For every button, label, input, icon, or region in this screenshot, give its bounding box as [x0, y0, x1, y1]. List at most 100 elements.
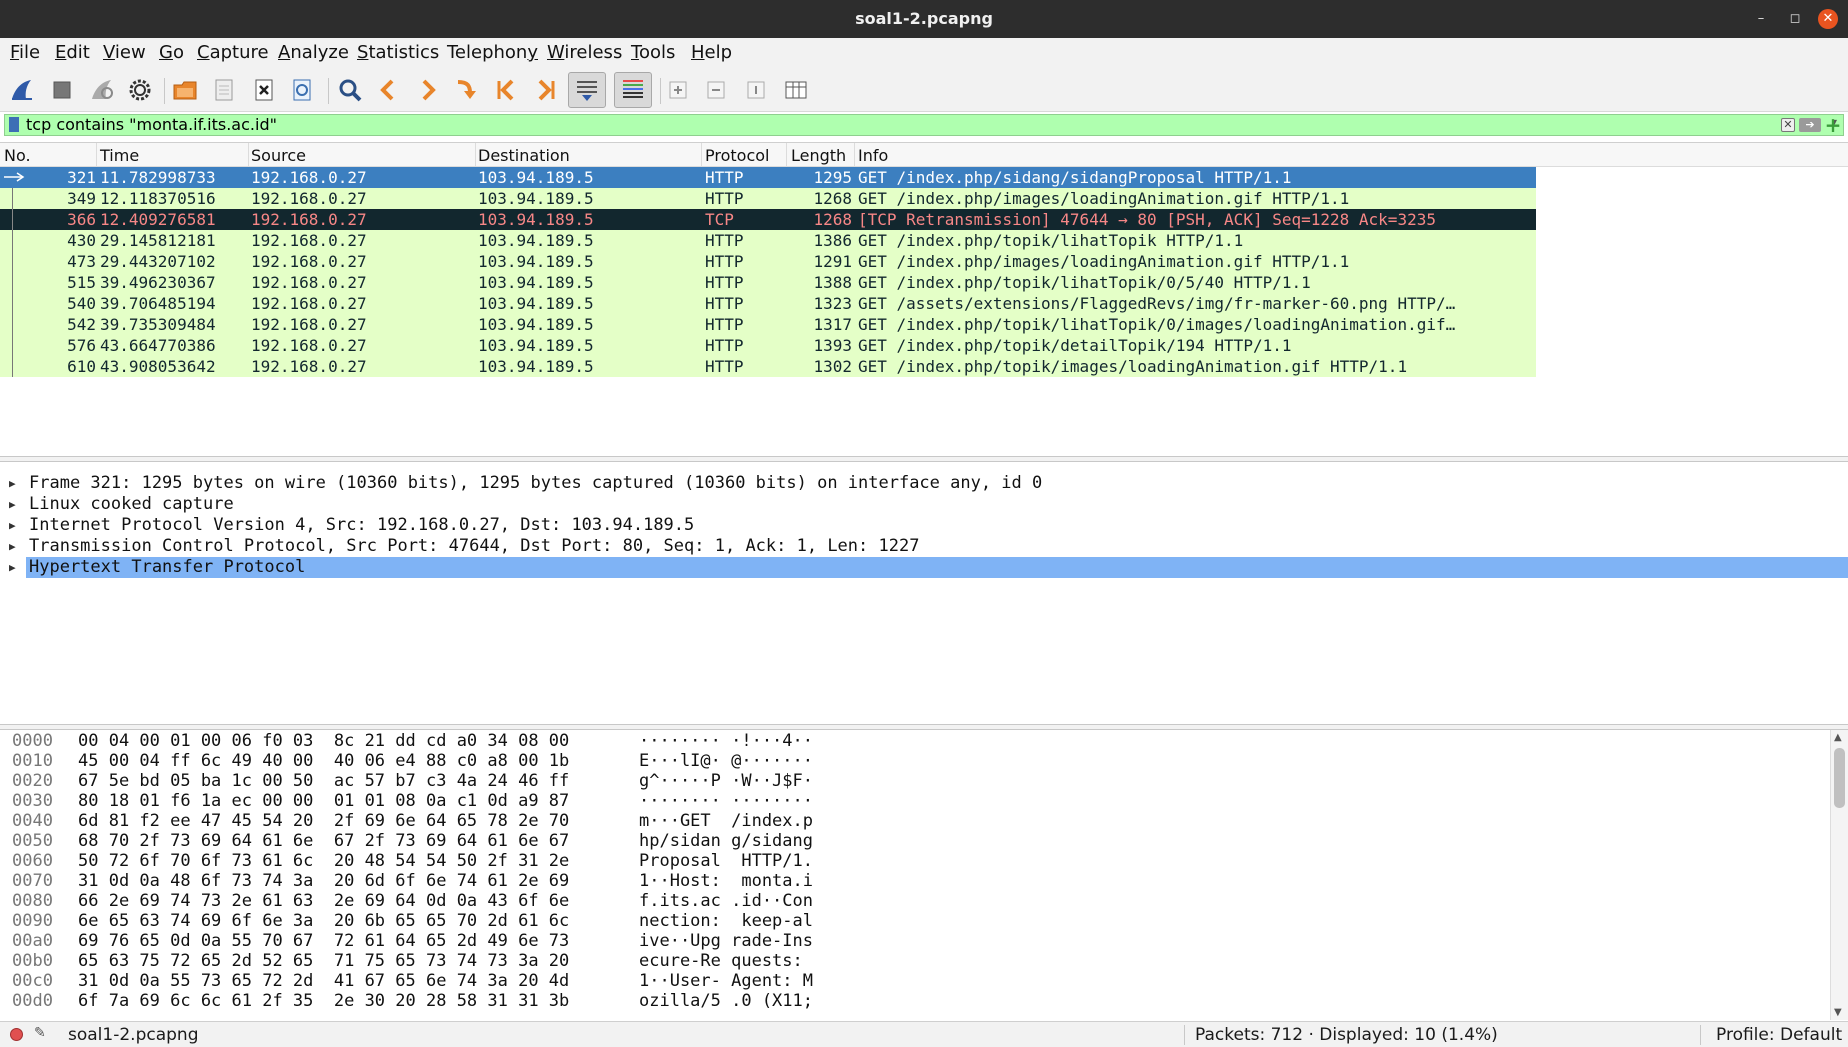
bytes-row[interactable]: 0070 31 0d 0a 48 6f 73 74 3a 20 6d 6f 6e …: [0, 871, 1830, 891]
bytes-row[interactable]: 00d0 6f 7a 69 6c 6c 61 2f 35 2e 30 20 28 …: [0, 991, 1830, 1011]
menu-view[interactable]: View: [103, 42, 146, 63]
bytes-row[interactable]: 00c0 31 0d 0a 55 73 65 72 2d 41 67 65 6e …: [0, 971, 1830, 991]
menu-capture[interactable]: Capture: [197, 42, 269, 63]
go-back-icon[interactable]: [372, 74, 404, 106]
menu-file[interactable]: File: [10, 42, 40, 63]
bytes-offset: 0070: [12, 871, 53, 891]
detail-tree-item[interactable]: ▶ Linux cooked capture: [0, 494, 1848, 515]
packet-row[interactable]: 610 43.908053642 192.168.0.27 103.94.189.5 H…: [0, 356, 1536, 377]
add-filter-button-icon[interactable]: +: [1824, 115, 1842, 135]
bytes-row[interactable]: 0050 68 70 2f 73 69 64 61 6e 67 2f 73 69 …: [0, 831, 1830, 851]
menu-go[interactable]: Go: [159, 42, 184, 63]
zoom-in-icon[interactable]: [662, 74, 694, 106]
capture-options-gear-icon[interactable]: [124, 74, 156, 106]
column-header-time[interactable]: Time: [100, 146, 139, 165]
bytes-row[interactable]: 0000 00 04 00 01 00 06 f0 03 8c 21 dd cd …: [0, 731, 1830, 751]
save-file-icon[interactable]: [208, 74, 240, 106]
bytes-row[interactable]: 0080 66 2e 69 74 73 2e 61 63 2e 69 64 0d …: [0, 891, 1830, 911]
packet-row[interactable]: 366 12.409276581 192.168.0.27 103.94.189.5 T…: [0, 209, 1536, 230]
clear-filter-icon[interactable]: ✕: [1781, 118, 1795, 132]
go-forward-icon[interactable]: [412, 74, 444, 106]
packet-row[interactable]: 515 39.496230367 192.168.0.27 103.94.189.5 H…: [0, 272, 1536, 293]
expand-arrow-icon[interactable]: ▶: [9, 536, 16, 557]
display-filter-input[interactable]: tcp contains "monta.if.its.ac.id": [26, 115, 277, 135]
bytes-scrollbar[interactable]: ▲ ▼: [1830, 730, 1848, 1020]
stop-capture-icon[interactable]: [46, 74, 78, 106]
detail-tree-label: Internet Protocol Version 4, Src: 192.16…: [29, 515, 695, 535]
minimize-window-icon[interactable]: –: [1751, 9, 1771, 29]
status-profile[interactable]: Profile: Default: [1716, 1025, 1842, 1045]
shark-fin-start-icon[interactable]: [6, 74, 38, 106]
maximize-window-icon[interactable]: ◻: [1785, 9, 1805, 29]
menu-help[interactable]: Help: [691, 42, 732, 63]
packet-row[interactable]: 349 12.118370516 192.168.0.27 103.94.189.5 H…: [0, 188, 1536, 209]
expand-arrow-icon[interactable]: ▶: [9, 557, 16, 578]
bytes-scrollbar-thumb[interactable]: [1834, 748, 1845, 808]
autoscroll-icon[interactable]: [568, 72, 606, 108]
expand-arrow-icon[interactable]: ▶: [9, 515, 16, 536]
scroll-up-icon[interactable]: ▲: [1834, 732, 1842, 743]
bytes-row[interactable]: 00b0 65 63 75 72 65 2d 52 65 71 75 65 73 …: [0, 951, 1830, 971]
find-packet-icon[interactable]: [334, 74, 366, 106]
colorize-icon[interactable]: [614, 72, 652, 108]
resize-columns-icon[interactable]: [780, 74, 812, 106]
packet-cell-time: 29.443207102: [100, 252, 216, 271]
menu-analyze[interactable]: Analyze: [278, 42, 349, 63]
restart-capture-icon[interactable]: [86, 74, 118, 106]
bytes-row[interactable]: 0010 45 00 04 ff 6c 49 40 00 40 06 e4 88 …: [0, 751, 1830, 771]
packet-row[interactable]: 321 11.782998733 192.168.0.27 103.94.189.5 H…: [0, 167, 1536, 188]
bytes-hex: 50 72 6f 70 6f 73 61 6c 20 48 54 54 50 2…: [78, 851, 570, 871]
packet-cell-dst: 103.94.189.5: [478, 231, 594, 250]
packet-row[interactable]: 473 29.443207102 192.168.0.27 103.94.189.5 H…: [0, 251, 1536, 272]
column-header-destination[interactable]: Destination: [478, 146, 570, 165]
packet-cell-src: 192.168.0.27: [251, 273, 367, 292]
packet-row[interactable]: 542 39.735309484 192.168.0.27 103.94.189.5 H…: [0, 314, 1536, 335]
bytes-row[interactable]: 0030 80 18 01 f6 1a ec 00 00 01 01 08 0a …: [0, 791, 1830, 811]
edit-comment-icon[interactable]: ✎: [34, 1025, 46, 1041]
detail-tree-item[interactable]: ▶ Frame 321: 1295 bytes on wire (10360 bi…: [0, 473, 1848, 494]
packet-cell-proto: HTTP: [705, 189, 744, 208]
related-packet-line-icon: [4, 188, 16, 209]
bytes-row[interactable]: 0090 6e 65 63 74 69 6f 6e 3a 20 6b 65 65 …: [0, 911, 1830, 931]
menu-statistics[interactable]: Statistics: [357, 42, 439, 63]
apply-filter-icon[interactable]: ➔: [1799, 118, 1821, 132]
bytes-row[interactable]: 0060 50 72 6f 70 6f 73 61 6c 20 48 54 54 …: [0, 851, 1830, 871]
bytes-row[interactable]: 0020 67 5e bd 05 ba 1c 00 50 ac 57 b7 c3 …: [0, 771, 1830, 791]
normal-size-icon[interactable]: [740, 74, 772, 106]
packet-cell-len: 1317: [813, 315, 852, 334]
packet-row[interactable]: 430 29.145812181 192.168.0.27 103.94.189.5 H…: [0, 230, 1536, 251]
open-file-icon[interactable]: [170, 74, 202, 106]
detail-tree-item[interactable]: ▶ Hypertext Transfer Protocol: [0, 557, 1848, 578]
detail-tree-item[interactable]: ▶ Internet Protocol Version 4, Src: 192.1…: [0, 515, 1848, 536]
expand-arrow-icon[interactable]: ▶: [9, 494, 16, 515]
packet-row[interactable]: 540 39.706485194 192.168.0.27 103.94.189.5 H…: [0, 293, 1536, 314]
scroll-down-icon[interactable]: ▼: [1834, 1007, 1842, 1018]
expert-info-led-icon[interactable]: [10, 1028, 23, 1041]
related-packet-line-icon: [4, 209, 16, 230]
menu-wireless[interactable]: Wireless: [547, 42, 622, 63]
last-packet-icon[interactable]: [530, 74, 562, 106]
packet-row[interactable]: 576 43.664770386 192.168.0.27 103.94.189.5 H…: [0, 335, 1536, 356]
column-header-protocol[interactable]: Protocol: [705, 146, 769, 165]
first-packet-icon[interactable]: [490, 74, 522, 106]
go-to-packet-icon[interactable]: [450, 74, 482, 106]
column-header-info[interactable]: Info: [858, 146, 888, 165]
bytes-offset: 0010: [12, 751, 53, 771]
reload-file-icon[interactable]: [286, 74, 318, 106]
menu-telephony[interactable]: Telephony: [447, 42, 538, 63]
zoom-out-icon[interactable]: [700, 74, 732, 106]
packet-cell-len: 1295: [813, 168, 852, 187]
menu-tools[interactable]: Tools: [631, 42, 675, 63]
filter-bookmark-icon[interactable]: [9, 117, 19, 132]
packet-cell-no: 540: [67, 294, 96, 313]
column-header-source[interactable]: Source: [251, 146, 306, 165]
bytes-row[interactable]: 00a0 69 76 65 0d 0a 55 70 67 72 61 64 65 …: [0, 931, 1830, 951]
menu-edit[interactable]: Edit: [55, 42, 90, 63]
column-header-no[interactable]: No.: [4, 146, 31, 165]
detail-tree-item[interactable]: ▶ Transmission Control Protocol, Src Port…: [0, 536, 1848, 557]
close-window-icon[interactable]: ✕: [1818, 9, 1838, 29]
bytes-row[interactable]: 0040 6d 81 f2 ee 47 45 54 20 2f 69 6e 64 …: [0, 811, 1830, 831]
expand-arrow-icon[interactable]: ▶: [9, 473, 16, 494]
close-file-icon[interactable]: [248, 74, 280, 106]
column-header-length[interactable]: Length: [791, 146, 846, 165]
